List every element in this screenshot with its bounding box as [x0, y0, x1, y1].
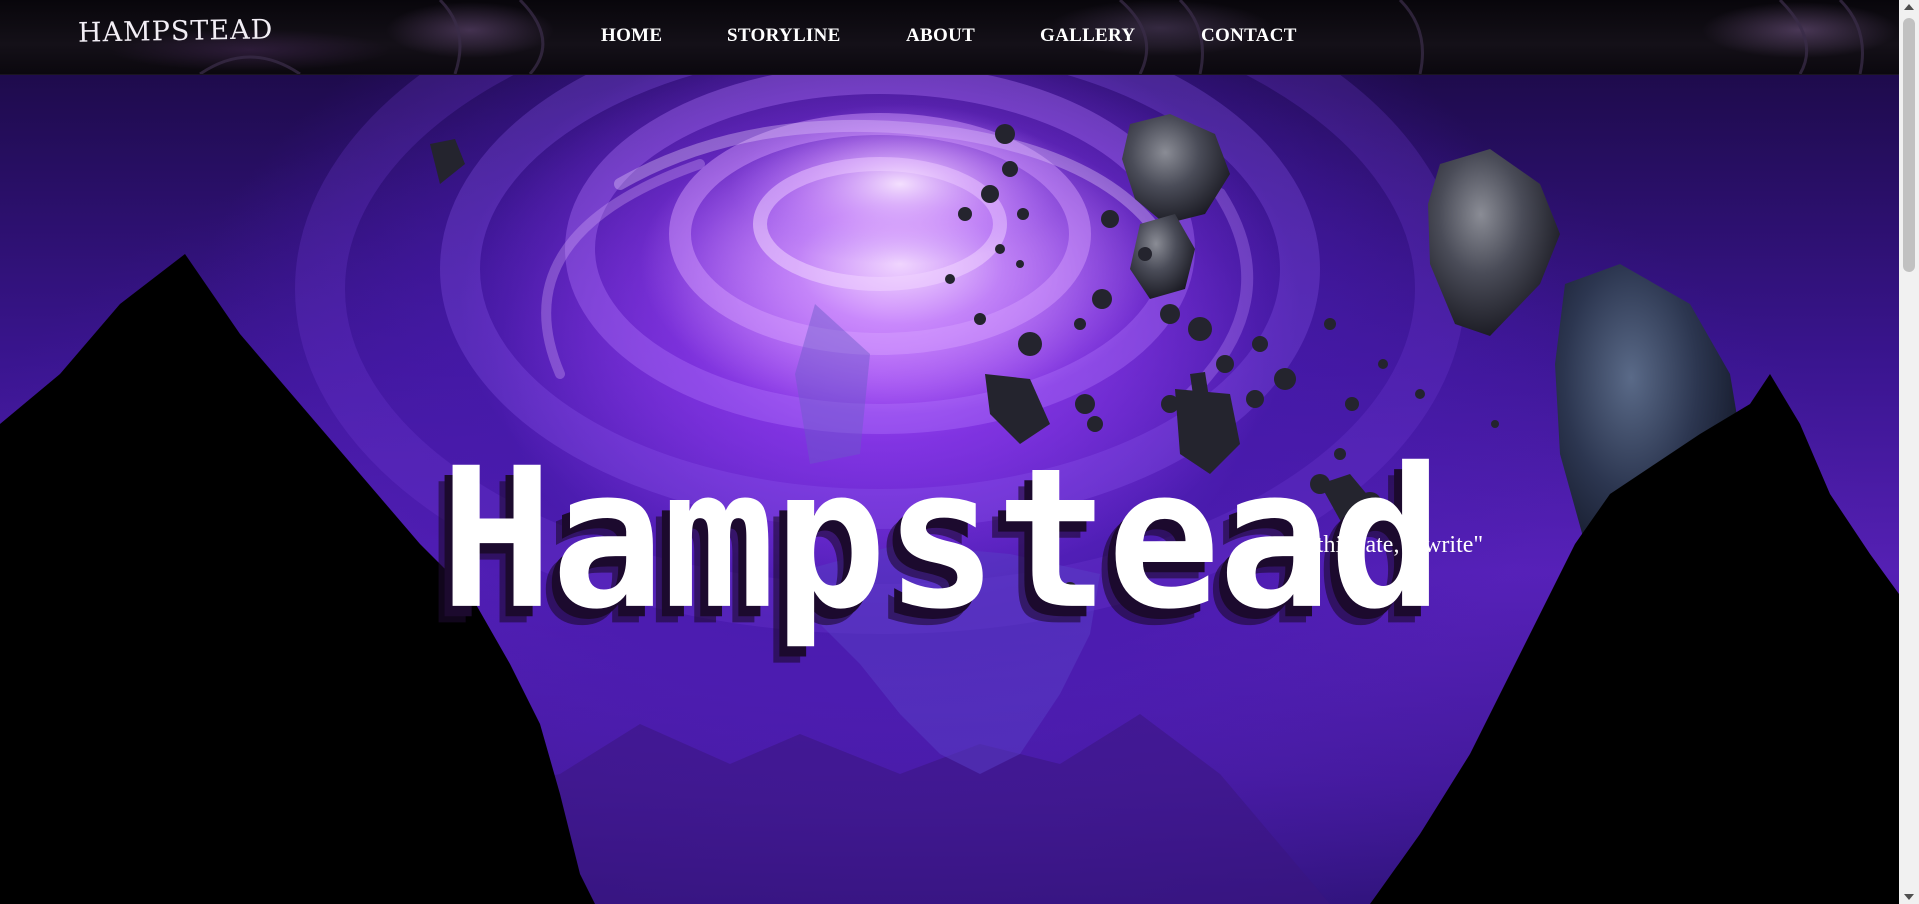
- scroll-up-arrow-icon[interactable]: [1904, 4, 1914, 10]
- hero-tagline: "this fate, rewrite": [1307, 532, 1484, 558]
- site-header: HAMPSTEAD HOME STORYLINE ABOUT GALLERY C…: [0, 0, 1899, 75]
- scroll-thumb[interactable]: [1903, 18, 1915, 272]
- page: HAMPSTEAD HOME STORYLINE ABOUT GALLERY C…: [0, 0, 1919, 904]
- main-nav: HOME STORYLINE ABOUT GALLERY CONTACT: [0, 25, 1899, 51]
- nav-home[interactable]: HOME: [601, 25, 662, 47]
- nav-contact[interactable]: CONTACT: [1201, 25, 1297, 47]
- nav-about[interactable]: ABOUT: [906, 25, 975, 47]
- page-scrollbar[interactable]: [1899, 0, 1919, 904]
- vortex-core-glow: [730, 104, 1070, 264]
- nav-storyline[interactable]: STORYLINE: [727, 25, 841, 47]
- scroll-down-arrow-icon[interactable]: [1904, 894, 1914, 900]
- nav-gallery[interactable]: GALLERY: [1040, 25, 1135, 47]
- hero-title: Hampstead: [440, 426, 1443, 653]
